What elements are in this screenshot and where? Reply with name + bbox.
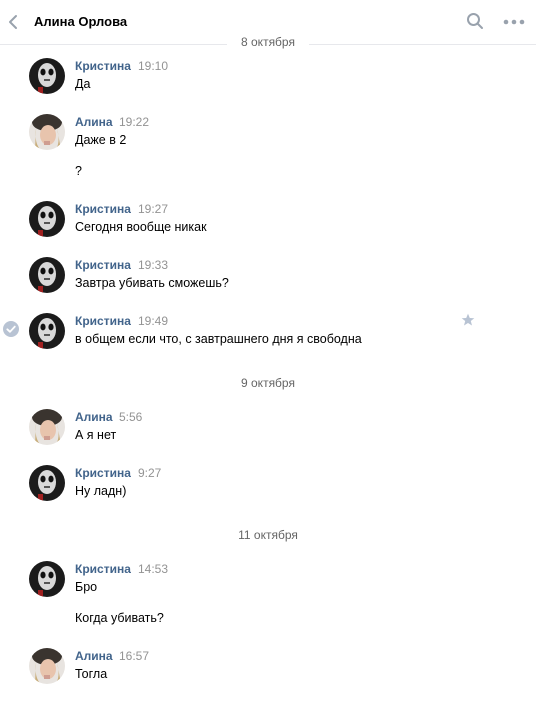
avatar[interactable] — [29, 561, 65, 597]
message-text: Даже в 2 — [75, 133, 127, 147]
message-select-check-icon[interactable] — [3, 321, 19, 337]
avatar[interactable] — [29, 465, 65, 501]
message-text: Когда убивать? — [75, 611, 164, 625]
avatar[interactable] — [29, 201, 65, 237]
message-time[interactable]: 19:49 — [138, 314, 168, 328]
message-author[interactable]: Алина — [75, 649, 113, 663]
avatar[interactable] — [29, 257, 65, 293]
message-time[interactable]: 9:27 — [138, 466, 161, 480]
avatar[interactable] — [29, 648, 65, 684]
message-time[interactable]: 14:53 — [138, 562, 168, 576]
message-text: ? — [75, 164, 82, 178]
message-author[interactable]: Алина — [75, 115, 113, 129]
message-time[interactable]: 5:56 — [119, 410, 142, 424]
avatar[interactable] — [29, 114, 65, 150]
message-author[interactable]: Кристина — [75, 258, 131, 272]
message-author[interactable]: Кристина — [75, 466, 131, 480]
date-separator: 8 октября — [0, 35, 536, 49]
message-author[interactable]: Алина — [75, 410, 113, 424]
message-time[interactable]: 19:22 — [119, 115, 149, 129]
message-text: Завтра убивать сможешь? — [75, 276, 229, 290]
message-text: Бро — [75, 580, 98, 594]
message-author[interactable]: Кристина — [75, 202, 131, 216]
message-author[interactable]: Кристина — [75, 59, 131, 73]
message-text: Ну ладн) — [75, 484, 127, 498]
message-author[interactable]: Кристина — [75, 314, 131, 328]
date-separator: 9 октября — [0, 376, 536, 390]
message-text: А я нет — [75, 428, 117, 442]
avatar[interactable] — [29, 58, 65, 94]
message-time[interactable]: 16:57 — [119, 649, 149, 663]
date-separator: 11 октября — [0, 528, 536, 542]
message-author[interactable]: Кристина — [75, 562, 131, 576]
message-text: в общем если что, с завтрашнего дня я св… — [75, 332, 362, 346]
avatar[interactable] — [29, 409, 65, 445]
message-time[interactable]: 19:10 — [138, 59, 168, 73]
search-icon[interactable] — [466, 12, 484, 30]
message-text: Тогла — [75, 667, 108, 681]
message-time[interactable]: 19:33 — [138, 258, 168, 272]
more-options-icon[interactable] — [502, 12, 526, 32]
chat-title[interactable]: Алина Орлова — [34, 14, 127, 29]
star-icon[interactable] — [461, 313, 475, 327]
back-arrow-icon[interactable] — [6, 13, 20, 31]
message-text: Да — [75, 77, 91, 91]
message-text: Сегодня вообще никак — [75, 220, 207, 234]
message-time[interactable]: 19:27 — [138, 202, 168, 216]
avatar[interactable] — [29, 313, 65, 349]
